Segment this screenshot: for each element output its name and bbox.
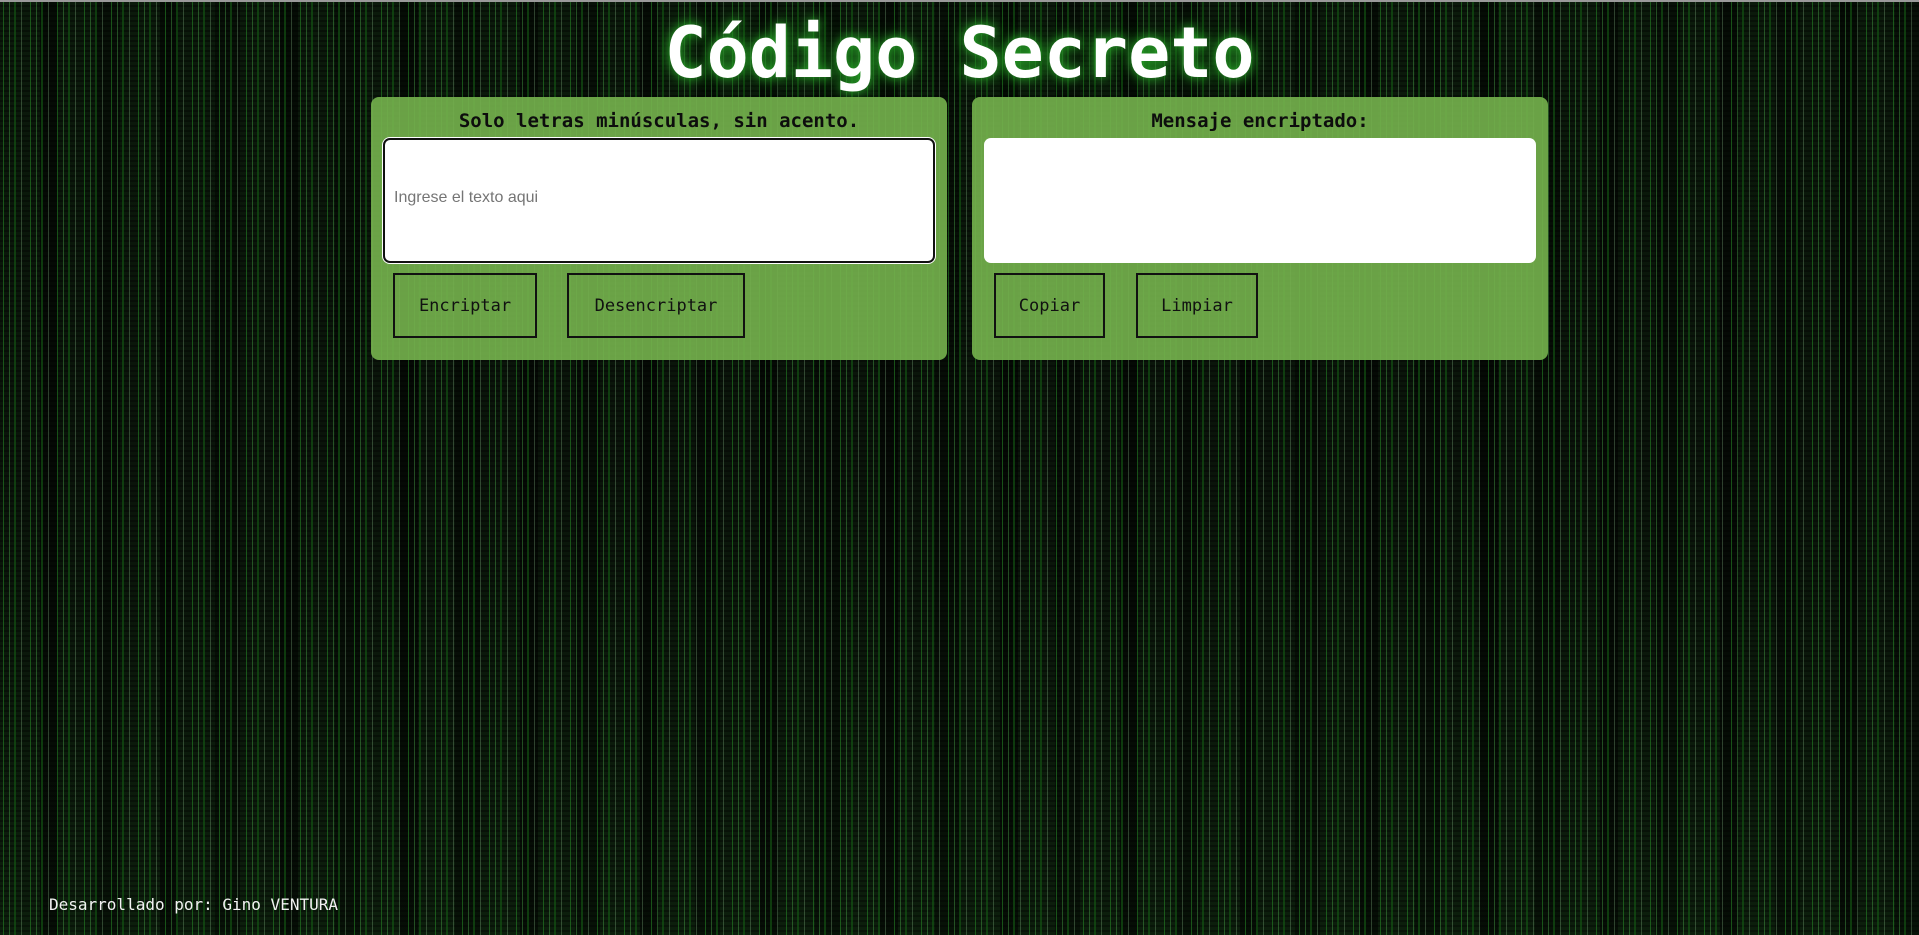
decrypt-button[interactable]: Desencriptar <box>567 273 745 338</box>
output-panel-heading: Mensaje encriptado: <box>1151 110 1369 132</box>
encrypted-output[interactable] <box>984 138 1536 263</box>
encrypt-panel: Solo letras minúsculas, sin acento. Encr… <box>371 97 947 360</box>
top-divider <box>0 0 1919 2</box>
encrypt-panel-heading: Solo letras minúsculas, sin acento. <box>458 110 860 132</box>
message-input[interactable] <box>383 138 935 263</box>
footer-credit: Desarrollado por: Gino VENTURA <box>49 895 338 914</box>
encrypt-button[interactable]: Encriptar <box>393 273 537 338</box>
clear-button[interactable]: Limpiar <box>1136 273 1258 338</box>
copy-button[interactable]: Copiar <box>994 273 1105 338</box>
output-panel: Mensaje encriptado: Copiar Limpiar <box>972 97 1548 360</box>
page-title: Código Secreto <box>664 12 1255 94</box>
